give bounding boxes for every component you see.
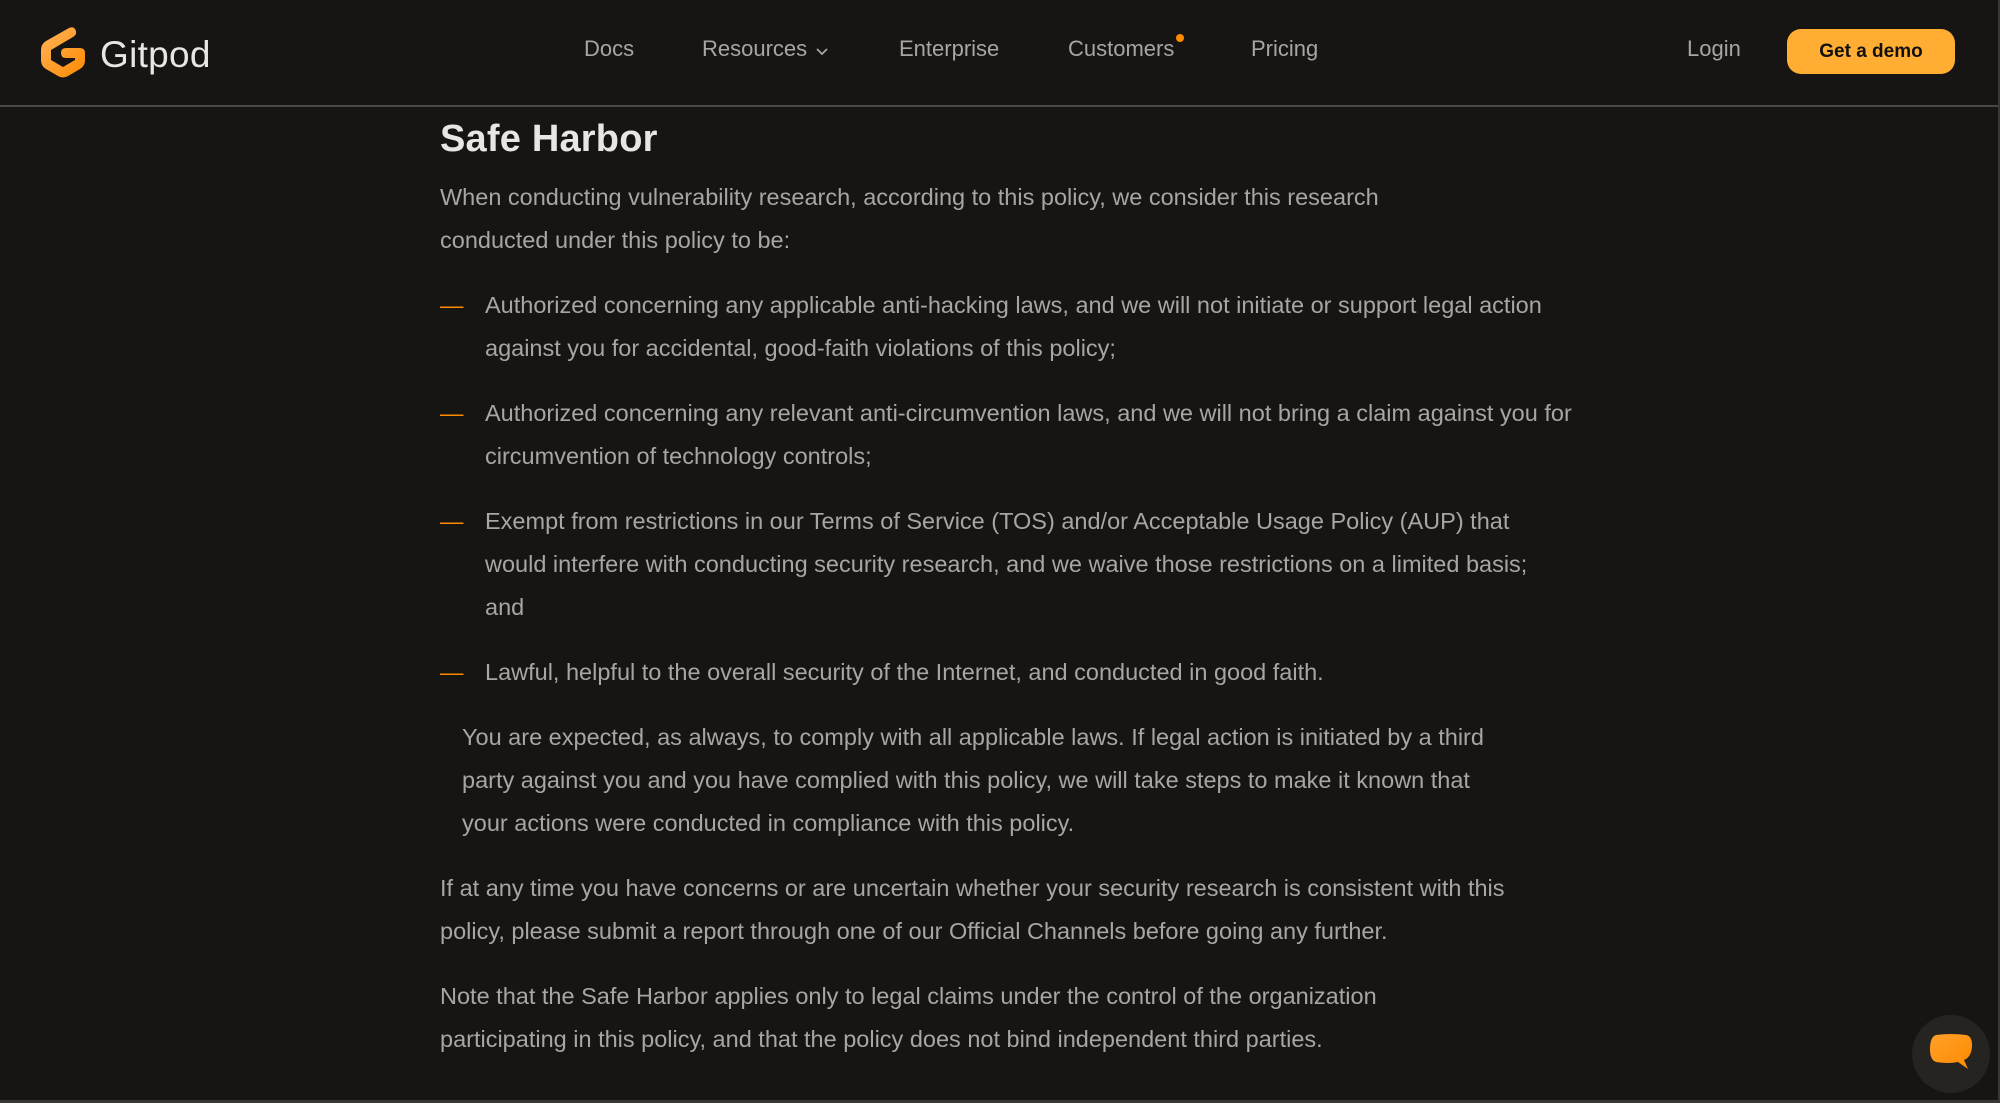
- new-badge-dot: [1176, 34, 1185, 42]
- login-link[interactable]: Login: [1687, 36, 1741, 62]
- concerns-paragraph: If at any time you have concerns or are …: [440, 875, 1505, 944]
- top-navigation: Gitpod Docs Resources Enterprise Custome…: [0, 0, 2000, 107]
- dash-bullet-icon: —: [440, 292, 464, 318]
- safe-harbor-section: Safe Harbor When conducting vulnerabilit…: [440, 110, 1572, 1061]
- chevron-down-icon: [815, 37, 829, 63]
- nav-link-resources-label: Resources: [702, 36, 808, 61]
- list-item: — Exempt from restrictions in our Terms …: [440, 500, 1565, 629]
- intro-paragraph: When conducting vulnerability research, …: [440, 184, 1379, 253]
- nav-link-customers[interactable]: Customers: [1068, 34, 1185, 62]
- list-item: — Lawful, helpful to the overall securit…: [440, 651, 1585, 694]
- nav-link-docs[interactable]: Docs: [584, 36, 634, 62]
- list-item-text: Exempt from restrictions in our Terms of…: [485, 508, 1528, 620]
- scope-paragraph: Note that the Safe Harbor applies only t…: [440, 983, 1377, 1052]
- compliance-paragraph: You are expected, as always, to comply w…: [462, 724, 1484, 836]
- gitpod-logo-link[interactable]: Gitpod: [38, 24, 211, 85]
- brand-name: Gitpod: [100, 33, 211, 75]
- list-item-text: Authorized concerning any relevant anti-…: [485, 400, 1572, 469]
- nav-link-enterprise[interactable]: Enterprise: [899, 36, 999, 62]
- chat-launcher-button[interactable]: [1912, 1015, 1990, 1093]
- get-a-demo-button[interactable]: Get a demo: [1787, 29, 1955, 74]
- dash-bullet-icon: —: [440, 508, 464, 534]
- dash-bullet-icon: —: [440, 400, 464, 426]
- chat-bubble-icon: [1928, 1033, 1974, 1076]
- list-item-text: Lawful, helpful to the overall security …: [485, 659, 1324, 685]
- section-heading: Safe Harbor: [440, 118, 658, 160]
- list-item: — Authorized concerning any relevant ant…: [440, 392, 1585, 478]
- gitpod-logo-icon: [38, 24, 88, 85]
- nav-link-customers-label: Customers: [1068, 36, 1175, 61]
- nav-link-pricing[interactable]: Pricing: [1251, 36, 1318, 62]
- nav-link-resources[interactable]: Resources: [702, 36, 829, 63]
- list-item: — Authorized concerning any applicable a…: [440, 284, 1585, 370]
- list-item-text: Authorized concerning any applicable ant…: [485, 292, 1542, 361]
- safe-harbor-list: — Authorized concerning any applicable a…: [440, 284, 1572, 694]
- dash-bullet-icon: —: [440, 659, 464, 685]
